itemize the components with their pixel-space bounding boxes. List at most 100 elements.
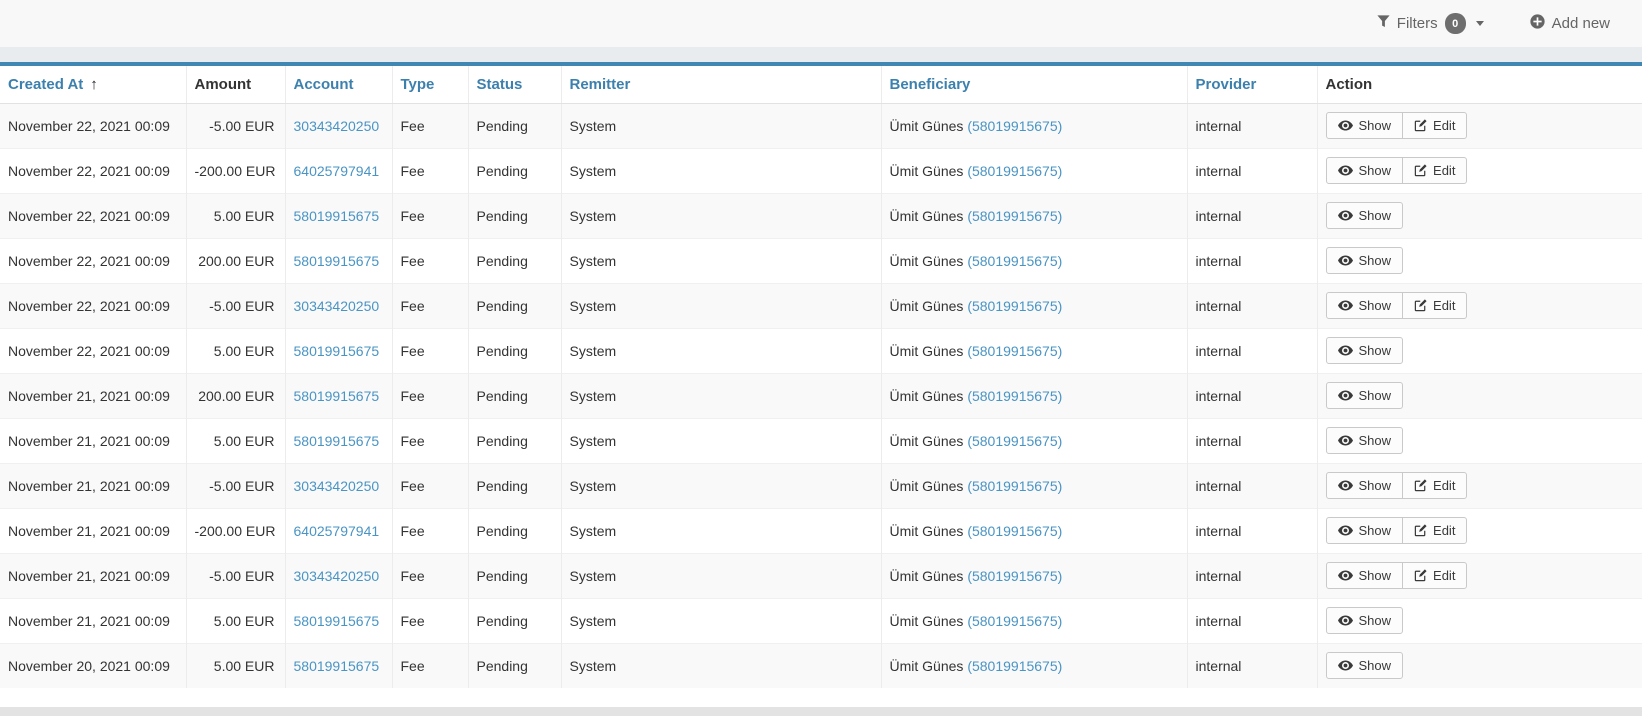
beneficiary-cell: Ümit Günes (58019915675) bbox=[881, 103, 1187, 148]
column-header-type[interactable]: Type bbox=[392, 66, 468, 103]
beneficiary-account-link[interactable]: (58019915675) bbox=[967, 478, 1062, 494]
account-cell: 64025797941 bbox=[285, 508, 392, 553]
beneficiary-account-link[interactable]: (58019915675) bbox=[967, 568, 1062, 584]
column-header-amount: Amount bbox=[186, 66, 285, 103]
show-button-label: Show bbox=[1359, 389, 1392, 402]
account-link[interactable]: 58019915675 bbox=[294, 343, 380, 359]
beneficiary-cell: Ümit Günes (58019915675) bbox=[881, 148, 1187, 193]
beneficiary-name: Ümit Günes bbox=[890, 298, 968, 314]
status-cell: Pending bbox=[468, 373, 561, 418]
table-row: November 22, 2021 00:09200.00 EUR5801991… bbox=[0, 238, 1642, 283]
edit-icon bbox=[1414, 569, 1427, 582]
column-header-provider[interactable]: Provider bbox=[1187, 66, 1317, 103]
type-cell: Fee bbox=[392, 238, 468, 283]
column-header-label: Provider bbox=[1196, 76, 1257, 93]
beneficiary-account-link[interactable]: (58019915675) bbox=[967, 298, 1062, 314]
account-link[interactable]: 58019915675 bbox=[294, 388, 380, 404]
action-cell: ShowEdit bbox=[1317, 508, 1642, 553]
account-link[interactable]: 58019915675 bbox=[294, 208, 380, 224]
beneficiary-account-link[interactable]: (58019915675) bbox=[967, 658, 1062, 674]
beneficiary-account-link[interactable]: (58019915675) bbox=[967, 253, 1062, 269]
show-button[interactable]: Show bbox=[1326, 247, 1404, 274]
action-button-group: Show bbox=[1326, 652, 1404, 679]
column-header-remitter[interactable]: Remitter bbox=[561, 66, 881, 103]
beneficiary-cell: Ümit Günes (58019915675) bbox=[881, 193, 1187, 238]
show-button[interactable]: Show bbox=[1326, 562, 1404, 589]
action-cell: ShowEdit bbox=[1317, 283, 1642, 328]
account-cell: 58019915675 bbox=[285, 643, 392, 688]
account-link[interactable]: 58019915675 bbox=[294, 433, 380, 449]
beneficiary-cell: Ümit Günes (58019915675) bbox=[881, 508, 1187, 553]
horizontal-scrollbar[interactable] bbox=[0, 707, 1642, 716]
eye-icon bbox=[1338, 615, 1353, 626]
account-link[interactable]: 58019915675 bbox=[294, 253, 380, 269]
edit-button[interactable]: Edit bbox=[1402, 112, 1467, 139]
eye-icon bbox=[1338, 300, 1353, 311]
type-cell: Fee bbox=[392, 373, 468, 418]
column-header-beneficiary[interactable]: Beneficiary bbox=[881, 66, 1187, 103]
plus-circle-icon bbox=[1530, 14, 1545, 33]
show-button[interactable]: Show bbox=[1326, 112, 1404, 139]
account-link[interactable]: 30343420250 bbox=[294, 118, 380, 134]
action-button-group: Show Edit bbox=[1326, 112, 1468, 139]
show-button[interactable]: Show bbox=[1326, 517, 1404, 544]
show-button[interactable]: Show bbox=[1326, 292, 1404, 319]
eye-icon bbox=[1338, 255, 1353, 266]
beneficiary-account-link[interactable]: (58019915675) bbox=[967, 613, 1062, 629]
show-button[interactable]: Show bbox=[1326, 652, 1404, 679]
amount-cell: -200.00 EUR bbox=[186, 148, 285, 193]
action-cell: Show Edit bbox=[1317, 103, 1642, 148]
beneficiary-account-link[interactable]: (58019915675) bbox=[967, 433, 1062, 449]
column-header-status[interactable]: Status bbox=[468, 66, 561, 103]
column-header-created-at[interactable]: Created At↑ bbox=[0, 66, 186, 103]
show-button[interactable]: Show bbox=[1326, 202, 1404, 229]
beneficiary-cell: Ümit Günes (58019915675) bbox=[881, 373, 1187, 418]
action-button-group: ShowEdit bbox=[1326, 562, 1468, 589]
account-cell: 64025797941 bbox=[285, 148, 392, 193]
beneficiary-cell: Ümit Günes (58019915675) bbox=[881, 643, 1187, 688]
filters-button[interactable]: Filters 0 bbox=[1377, 13, 1484, 34]
edit-button-label: Edit bbox=[1433, 119, 1455, 132]
add-new-button[interactable]: Add new bbox=[1530, 14, 1610, 33]
remitter-cell: System bbox=[561, 103, 881, 148]
column-header-account[interactable]: Account bbox=[285, 66, 392, 103]
account-link[interactable]: 30343420250 bbox=[294, 478, 380, 494]
beneficiary-account-link[interactable]: (58019915675) bbox=[967, 388, 1062, 404]
show-button[interactable]: Show bbox=[1326, 157, 1404, 184]
amount-cell: 5.00 EUR bbox=[186, 193, 285, 238]
edit-button[interactable]: Edit bbox=[1402, 472, 1467, 499]
account-link[interactable]: 58019915675 bbox=[294, 658, 380, 674]
eye-icon bbox=[1338, 525, 1353, 536]
remitter-cell: System bbox=[561, 463, 881, 508]
account-link[interactable]: 64025797941 bbox=[294, 523, 380, 539]
account-link[interactable]: 58019915675 bbox=[294, 613, 380, 629]
beneficiary-account-link[interactable]: (58019915675) bbox=[967, 208, 1062, 224]
status-cell: Pending bbox=[468, 463, 561, 508]
beneficiary-account-link[interactable]: (58019915675) bbox=[967, 523, 1062, 539]
beneficiary-account-link[interactable]: (58019915675) bbox=[967, 163, 1062, 179]
beneficiary-cell: Ümit Günes (58019915675) bbox=[881, 418, 1187, 463]
account-link[interactable]: 30343420250 bbox=[294, 568, 380, 584]
show-button[interactable]: Show bbox=[1326, 337, 1404, 364]
amount-cell: -200.00 EUR bbox=[186, 508, 285, 553]
edit-button[interactable]: Edit bbox=[1402, 562, 1467, 589]
panel-header-strip bbox=[0, 47, 1642, 62]
status-cell: Pending bbox=[468, 328, 561, 373]
show-button[interactable]: Show bbox=[1326, 472, 1404, 499]
created-at-cell: November 21, 2021 00:09 bbox=[0, 508, 186, 553]
amount-cell: 200.00 EUR bbox=[186, 373, 285, 418]
show-button[interactable]: Show bbox=[1326, 607, 1404, 634]
account-link[interactable]: 64025797941 bbox=[294, 163, 380, 179]
provider-cell: internal bbox=[1187, 193, 1317, 238]
account-link[interactable]: 30343420250 bbox=[294, 298, 380, 314]
show-button[interactable]: Show bbox=[1326, 427, 1404, 454]
action-button-group: ShowEdit bbox=[1326, 292, 1468, 319]
edit-button[interactable]: Edit bbox=[1402, 157, 1467, 184]
show-button[interactable]: Show bbox=[1326, 382, 1404, 409]
beneficiary-account-link[interactable]: (58019915675) bbox=[967, 343, 1062, 359]
account-cell: 30343420250 bbox=[285, 103, 392, 148]
edit-button[interactable]: Edit bbox=[1402, 517, 1467, 544]
edit-button[interactable]: Edit bbox=[1402, 292, 1467, 319]
remitter-cell: System bbox=[561, 328, 881, 373]
beneficiary-account-link[interactable]: (58019915675) bbox=[967, 118, 1062, 134]
